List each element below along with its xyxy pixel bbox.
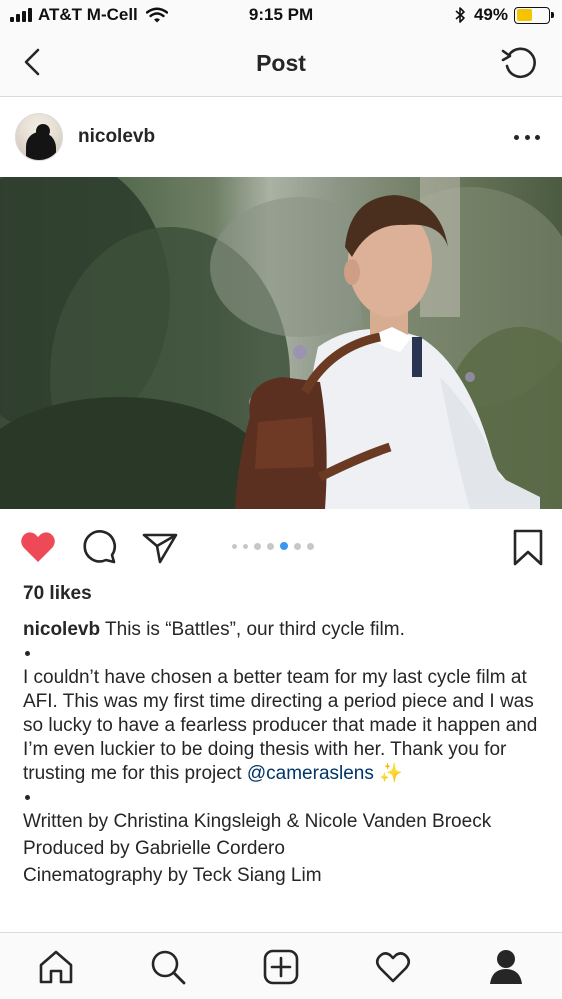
carousel-indicator: [232, 542, 314, 550]
carousel-dot: [254, 542, 261, 550]
tab-bar: [0, 932, 562, 999]
post-caption: nicolevb This is “Battles”, our third cy…: [23, 618, 548, 888]
sparkles-emoji: ✨: [379, 763, 403, 784]
battery-fill: [516, 9, 532, 21]
caption-bullet: [23, 786, 548, 810]
page-title: Post: [256, 50, 306, 76]
post-photo[interactable]: [0, 177, 562, 509]
nav-bar: Post: [0, 32, 562, 97]
caption-line1: This is “Battles”, our third cycle film.: [105, 619, 405, 640]
carousel-dot: [307, 542, 314, 550]
carousel-dot: [267, 542, 274, 550]
battery-icon: [514, 6, 554, 24]
refresh-icon[interactable]: [500, 45, 540, 81]
share-send-icon[interactable]: [140, 527, 180, 567]
battery-percent: 49%: [473, 5, 508, 24]
caption-credit-cinematography: Cinematography by Teck Siang Lim: [23, 865, 322, 886]
avatar[interactable]: [15, 113, 63, 161]
status-right: 49%: [454, 5, 554, 25]
more-options-icon[interactable]: [514, 127, 540, 147]
activity-heart-icon[interactable]: [373, 947, 413, 987]
post-actions: [0, 509, 562, 581]
search-icon[interactable]: [148, 947, 188, 987]
profile-icon[interactable]: [486, 947, 526, 987]
caption-first-line: nicolevb This is “Battles”, our third cy…: [23, 618, 548, 642]
carousel-dot: [294, 542, 301, 550]
caption-mention[interactable]: @cameraslens: [247, 763, 374, 784]
carousel-dot: [232, 543, 237, 549]
post-username[interactable]: nicolevb: [78, 126, 155, 148]
caption-credit-produced: Produced by Gabrielle Cordero: [23, 838, 285, 859]
likes-count[interactable]: 70 likes: [23, 583, 92, 605]
caption-paragraph: I couldn’t have chosen a better team for…: [23, 666, 548, 786]
bluetooth-icon: [455, 7, 465, 23]
bookmark-icon[interactable]: [508, 527, 548, 567]
home-icon[interactable]: [36, 947, 76, 987]
like-heart-icon[interactable]: [18, 527, 58, 567]
caption-username[interactable]: nicolevb: [23, 619, 100, 640]
caption-credit-written: Written by Christina Kingsleigh & Nicole…: [23, 811, 492, 832]
caption-bullet: [23, 642, 548, 666]
status-bar: AT&T M-Cell 9:15 PM 49%: [0, 0, 562, 32]
add-post-icon[interactable]: [261, 947, 301, 987]
carousel-dot: [280, 542, 288, 550]
comment-icon[interactable]: [80, 527, 120, 567]
post-header: nicolevb: [0, 97, 562, 177]
photo-illustration: [0, 177, 562, 509]
carousel-dot: [243, 543, 248, 549]
